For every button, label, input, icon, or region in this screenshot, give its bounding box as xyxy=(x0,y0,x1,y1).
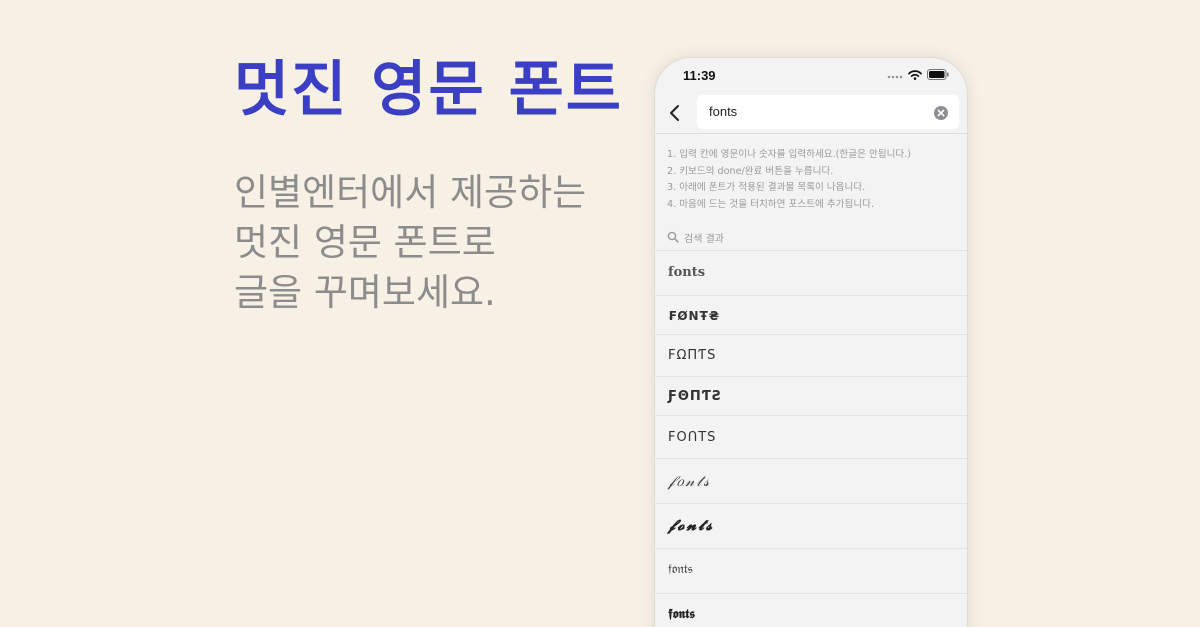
instruction-line: 1. 입력 칸에 영문이나 숫자를 입력하세요.(한글은 안됩니다.) xyxy=(667,149,912,160)
result-text: ƑΘΠƬƧ xyxy=(668,389,723,404)
search-icon xyxy=(667,231,679,243)
status-time: 11:39 xyxy=(683,68,716,83)
back-button[interactable] xyxy=(665,102,685,124)
result-item[interactable]: 𝒻𝑜𝓃𝓉𝓈 xyxy=(655,459,967,504)
instruction-line: 2. 키보드의 done/완료 버튼을 누릅니다. xyxy=(667,165,834,177)
status-icons xyxy=(887,69,949,80)
result-text: ϜΩΠƬЅ xyxy=(668,348,717,363)
subtitle-line-1: 인별엔터에서 제공하는 xyxy=(234,171,587,214)
status-bar: 11:39 xyxy=(655,58,967,92)
result-item[interactable]: 𝓯𝓸𝓷𝓽𝓼 xyxy=(655,504,967,549)
result-text: 𝔣𝔬𝔫𝔱𝔰 xyxy=(668,562,693,577)
search-input[interactable]: fonts xyxy=(697,95,959,129)
search-navbar: fonts xyxy=(655,92,967,134)
phone-mockup: 11:39 fonts 1. 입력 칸에 영문이나 숫자를 입력하세요.(한글은… xyxy=(655,58,967,627)
result-item[interactable]: FOՈTS xyxy=(655,416,967,459)
results-label: 검색 결과 xyxy=(684,233,724,245)
result-item[interactable]: ϜΩΠƬЅ xyxy=(655,335,967,377)
subtitle: 인별엔터에서 제공하는 멋진 영문 폰트로 글을 꾸며보세요. xyxy=(234,168,586,318)
result-text: FOՈTS xyxy=(668,430,717,445)
result-text: 𝓯𝓸𝓷𝓽𝓼 xyxy=(668,518,715,534)
battery-icon xyxy=(927,69,949,80)
result-item[interactable]: ƑΘΠƬƧ xyxy=(655,377,967,416)
subtitle-line-3: 글을 꾸며보세요. xyxy=(234,271,496,314)
result-item[interactable]: 𝖋𝖔𝖓𝖙𝖘 xyxy=(655,594,967,627)
instructions: 1. 입력 칸에 영문이나 숫자를 입력하세요.(한글은 안됩니다.) 2. 키… xyxy=(667,147,959,213)
results-header: 검색 결과 xyxy=(667,229,724,245)
signal-icon xyxy=(887,75,903,78)
result-item[interactable]: 𝔣𝔬𝔫𝔱𝔰 xyxy=(655,549,967,594)
headline: 멋진 영문 폰트 xyxy=(234,55,623,125)
result-item[interactable]: fonts xyxy=(655,251,967,296)
wifi-icon xyxy=(908,69,922,80)
results-list: fonts ₣ØΝŦ₴ ϜΩΠƬЅ ƑΘΠƬƧ FOՈTS 𝒻𝑜𝓃𝓉𝓈 𝓯𝓸𝓷𝓽… xyxy=(655,251,967,627)
result-text: 𝖋𝖔𝖓𝖙𝖘 xyxy=(668,607,696,622)
clear-search-button[interactable] xyxy=(934,105,948,120)
instruction-line: 3. 아래에 폰트가 적용된 결과물 목록이 나옵니다. xyxy=(667,182,866,193)
clear-icon xyxy=(934,106,948,120)
search-input-value: fonts xyxy=(709,104,738,119)
result-text: ₣ØΝŦ₴ xyxy=(668,309,721,323)
subtitle-line-2: 멋진 영문 폰트로 xyxy=(234,221,496,264)
instruction-line: 4. 마음에 드는 것을 터치하면 포스트에 추가됩니다. xyxy=(667,198,875,210)
result-text: fonts xyxy=(668,265,706,280)
result-item[interactable]: ₣ØΝŦ₴ xyxy=(655,296,967,335)
result-text: 𝒻𝑜𝓃𝓉𝓈 xyxy=(668,474,712,490)
back-chevron-icon xyxy=(670,105,679,121)
